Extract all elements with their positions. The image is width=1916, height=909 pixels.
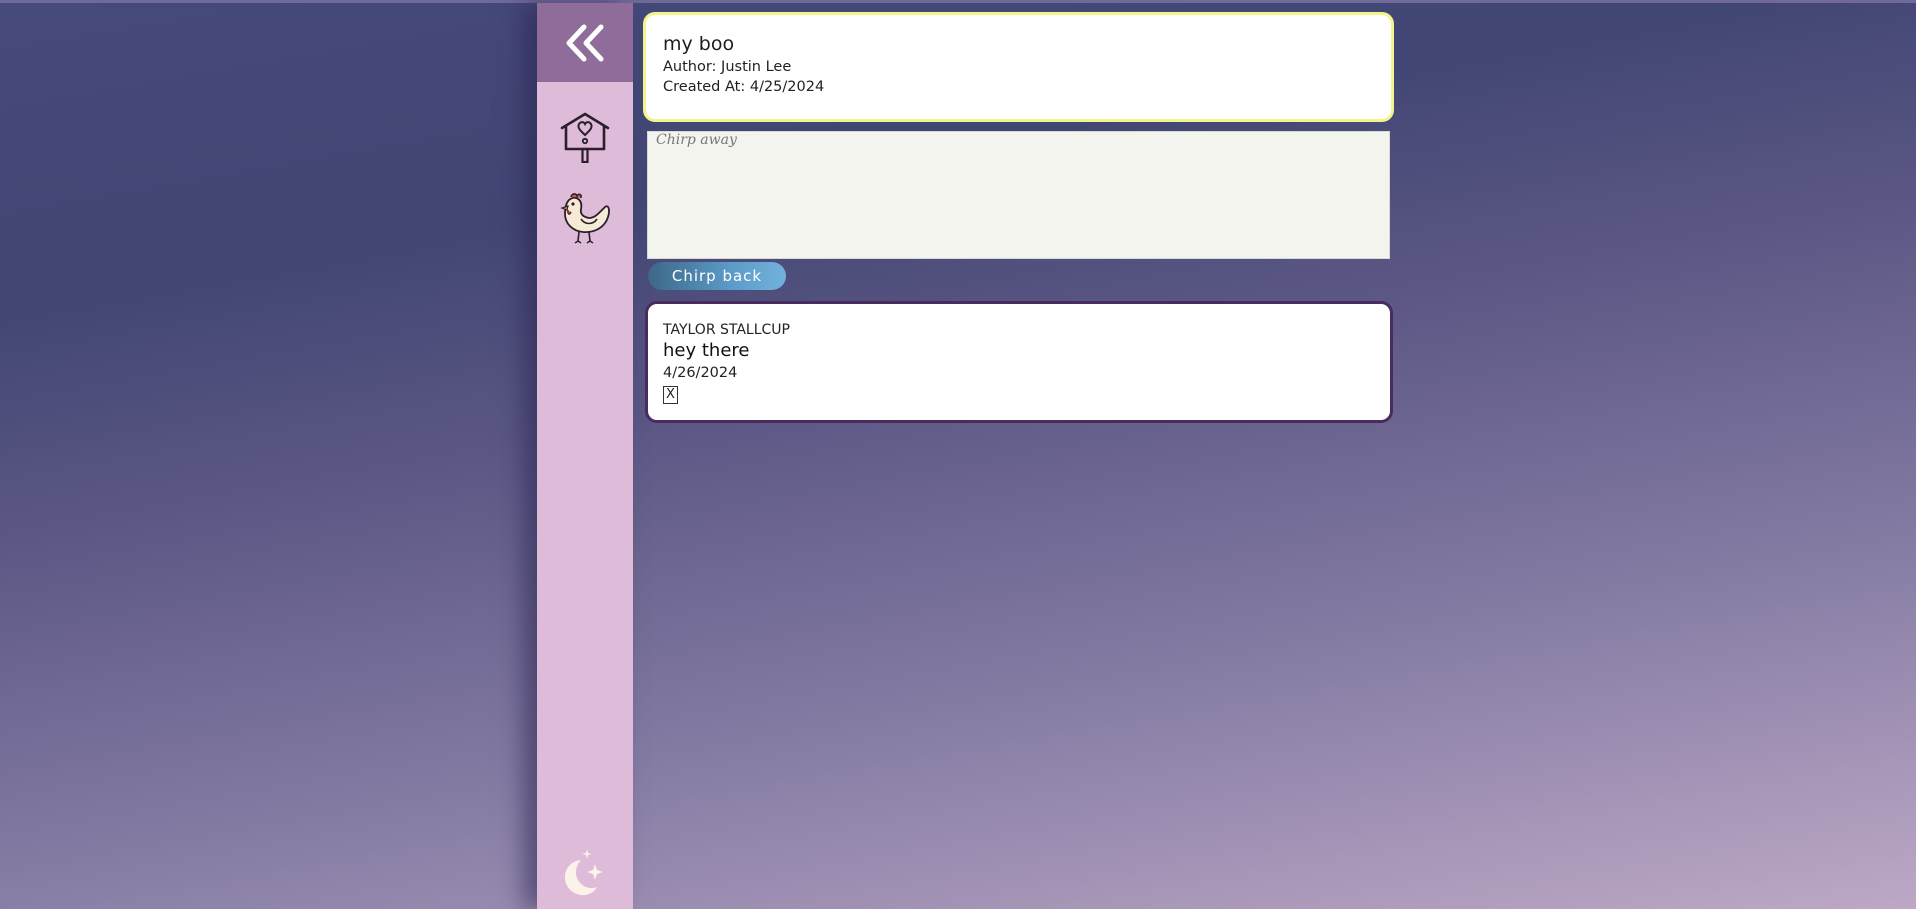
moon-stars-icon — [564, 849, 603, 896]
top-border — [0, 0, 1916, 3]
chicken-icon — [560, 193, 610, 244]
sidebar-item-birdhouse[interactable] — [559, 111, 611, 164]
sidebar — [537, 3, 633, 909]
delete-reply-button[interactable]: X — [663, 386, 678, 404]
reply-card: TAYLOR STALLCUP hey there 4/26/2024 X — [645, 301, 1393, 423]
reply-date: 4/26/2024 — [663, 365, 738, 381]
chirp-back-button[interactable]: Chirp back — [648, 262, 786, 290]
reply-author: TAYLOR STALLCUP — [663, 322, 790, 338]
theme-toggle-button[interactable] — [557, 846, 611, 900]
post-author: Author: Justin Lee — [663, 59, 792, 75]
post-created-date: Created At: 4/25/2024 — [663, 79, 825, 95]
collapse-sidebar-button[interactable] — [537, 3, 633, 82]
sidebar-item-chicken[interactable] — [559, 191, 611, 244]
double-chevron-left-icon — [566, 24, 604, 61]
reply-text: hey there — [663, 340, 750, 361]
post-title: my boo — [663, 33, 735, 55]
post-card: my boo Author: Justin Lee Created At: 4/… — [643, 12, 1394, 122]
birdhouse-icon — [560, 112, 610, 164]
reply-input[interactable] — [647, 131, 1390, 259]
main-content: my boo Author: Justin Lee Created At: 4/… — [643, 12, 1394, 423]
